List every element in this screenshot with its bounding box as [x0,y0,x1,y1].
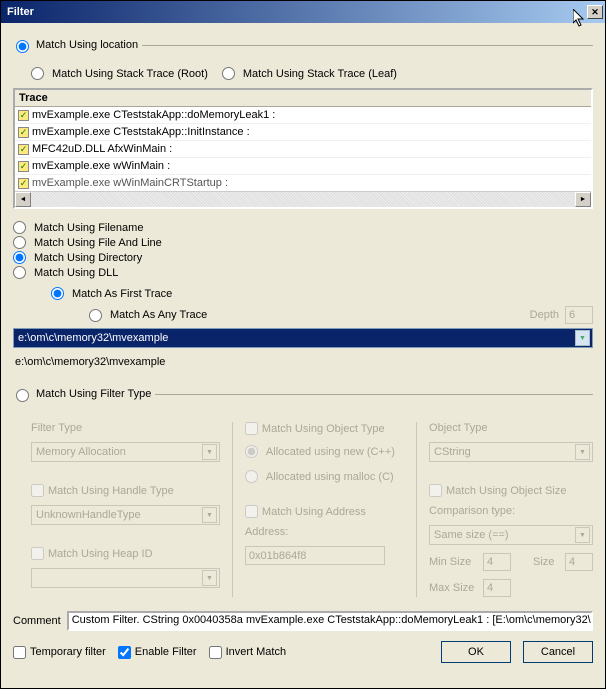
first-trace-radio[interactable] [51,287,64,300]
invert-match-checkbox[interactable] [209,646,222,659]
horizontal-scrollbar[interactable]: ◄ ► [15,191,591,207]
trace-item-text: mvExample.exe wWinMainCRTStartup : [32,177,228,189]
object-type-label: Object Type [429,422,593,434]
match-location-label: Match Using location [36,39,138,51]
trace-item[interactable]: ✓mvExample.exe CTeststakApp::doMemoryLea… [15,107,591,124]
match-stack-leaf-radio[interactable] [222,67,235,80]
match-directory-label: Match Using Directory [34,252,142,264]
filter-dialog: Filter ✕ Match Using location Match Usin… [0,0,606,689]
match-handle-type-label: Match Using Handle Type [48,485,174,497]
path-display: e:\om\c\memory32\mvexample [15,356,593,368]
trace-item-text: mvExample.exe CTeststakApp::InitInstance… [32,126,250,138]
chevron-down-icon: ▼ [202,570,217,586]
match-heap-id-label: Match Using Heap ID [48,548,153,560]
trace-item-text: mvExample.exe wWinMain : [32,160,170,172]
comment-input[interactable]: Custom Filter. CString 0x0040358a mvExam… [67,611,593,631]
chevron-down-icon: ▼ [202,444,217,460]
any-trace-label: Match As Any Trace [110,309,207,321]
match-file-line-radio[interactable] [13,236,26,249]
titlebar: Filter ✕ [1,1,605,23]
trace-item-text: MFC42uD.DLL AfxWinMain : [32,143,172,155]
handle-type-value: UnknownHandleType [36,509,141,521]
alloc-malloc-radio [245,470,258,483]
size-label: Size [533,556,561,568]
match-address-checkbox [245,505,258,518]
match-dll-label: Match Using DLL [34,267,118,279]
checkmark-icon[interactable]: ✓ [18,144,29,155]
checkmark-icon[interactable]: ✓ [18,127,29,138]
match-object-type-label: Match Using Object Type [262,423,385,435]
enable-filter-label: Enable Filter [135,646,197,658]
temporary-filter-label: Temporary filter [30,646,106,658]
trace-header: Trace [15,90,591,107]
object-type-combo: CString ▼ [429,442,593,462]
path-combo[interactable]: e:\om\c\memory32\mvexample ▼ [13,328,593,348]
match-directory-radio[interactable] [13,251,26,264]
temporary-filter-checkbox[interactable] [13,646,26,659]
match-filename-label: Match Using Filename [34,222,143,234]
match-location-radio[interactable] [16,40,29,53]
chevron-down-icon: ▼ [575,444,590,460]
checkmark-icon[interactable]: ✓ [18,178,29,189]
first-trace-label: Match As First Trace [72,288,172,300]
comparison-value: Same size (==) [434,529,509,541]
alloc-new-radio [245,445,258,458]
close-button[interactable]: ✕ [587,5,603,19]
size-input [565,553,593,571]
comment-label: Comment [13,615,61,627]
comparison-combo: Same size (==) ▼ [429,525,593,545]
match-stack-root-radio[interactable] [31,67,44,80]
enable-filter-checkbox[interactable] [118,646,131,659]
min-size-input [483,553,511,571]
match-filename-radio[interactable] [13,221,26,234]
heap-id-combo: ▼ [31,568,220,588]
address-input [245,546,385,565]
address-label: Address: [245,526,404,538]
match-filter-type-label: Match Using Filter Type [36,388,151,400]
match-object-size-label: Match Using Object Size [446,485,566,497]
trace-item[interactable]: ✓mvExample.exe wWinMainCRTStartup : [15,175,591,191]
chevron-down-icon: ▼ [202,507,217,523]
object-type-value: CString [434,446,471,458]
path-combo-value: e:\om\c\memory32\mvexample [18,332,168,344]
checkmark-icon[interactable]: ✓ [18,110,29,121]
min-size-label: Min Size [429,556,479,568]
match-handle-type-checkbox [31,484,44,497]
trace-item[interactable]: ✓MFC42uD.DLL AfxWinMain : [15,141,591,158]
invert-match-label: Invert Match [226,646,287,658]
checkmark-icon[interactable]: ✓ [18,161,29,172]
alloc-new-label: Allocated using new (C++) [266,446,395,458]
depth-input[interactable] [565,306,593,324]
scroll-right-button[interactable]: ► [575,192,591,207]
match-address-label: Match Using Address [262,506,366,518]
match-dll-radio[interactable] [13,266,26,279]
match-object-size-checkbox [429,484,442,497]
filter-type-label: Filter Type [31,422,220,434]
trace-listbox[interactable]: Trace ✓mvExample.exe CTeststakApp::doMem… [13,88,593,209]
ok-button[interactable]: OK [441,641,511,663]
scroll-left-button[interactable]: ◄ [15,192,31,207]
max-size-input [483,579,511,597]
window-title: Filter [7,6,34,18]
match-file-line-label: Match Using File And Line [34,237,162,249]
max-size-label: Max Size [429,582,479,594]
filter-type-combo: Memory Allocation ▼ [31,442,220,462]
match-object-type-checkbox [245,422,258,435]
alloc-malloc-label: Allocated using malloc (C) [266,471,394,483]
match-stack-root-label: Match Using Stack Trace (Root) [52,68,208,80]
chevron-down-icon: ▼ [575,527,590,543]
chevron-down-icon[interactable]: ▼ [575,330,590,346]
depth-label: Depth [530,309,559,321]
match-stack-leaf-label: Match Using Stack Trace (Leaf) [243,68,397,80]
cancel-button[interactable]: Cancel [523,641,593,663]
filter-type-value: Memory Allocation [36,446,126,458]
trace-item-text: mvExample.exe CTeststakApp::doMemoryLeak… [32,109,275,121]
match-heap-id-checkbox [31,547,44,560]
comparison-label: Comparison type: [429,505,593,517]
match-filter-type-radio[interactable] [16,389,29,402]
trace-item[interactable]: ✓mvExample.exe CTeststakApp::InitInstanc… [15,124,591,141]
handle-type-combo: UnknownHandleType ▼ [31,505,220,525]
any-trace-radio[interactable] [89,309,102,322]
trace-item[interactable]: ✓mvExample.exe wWinMain : [15,158,591,175]
